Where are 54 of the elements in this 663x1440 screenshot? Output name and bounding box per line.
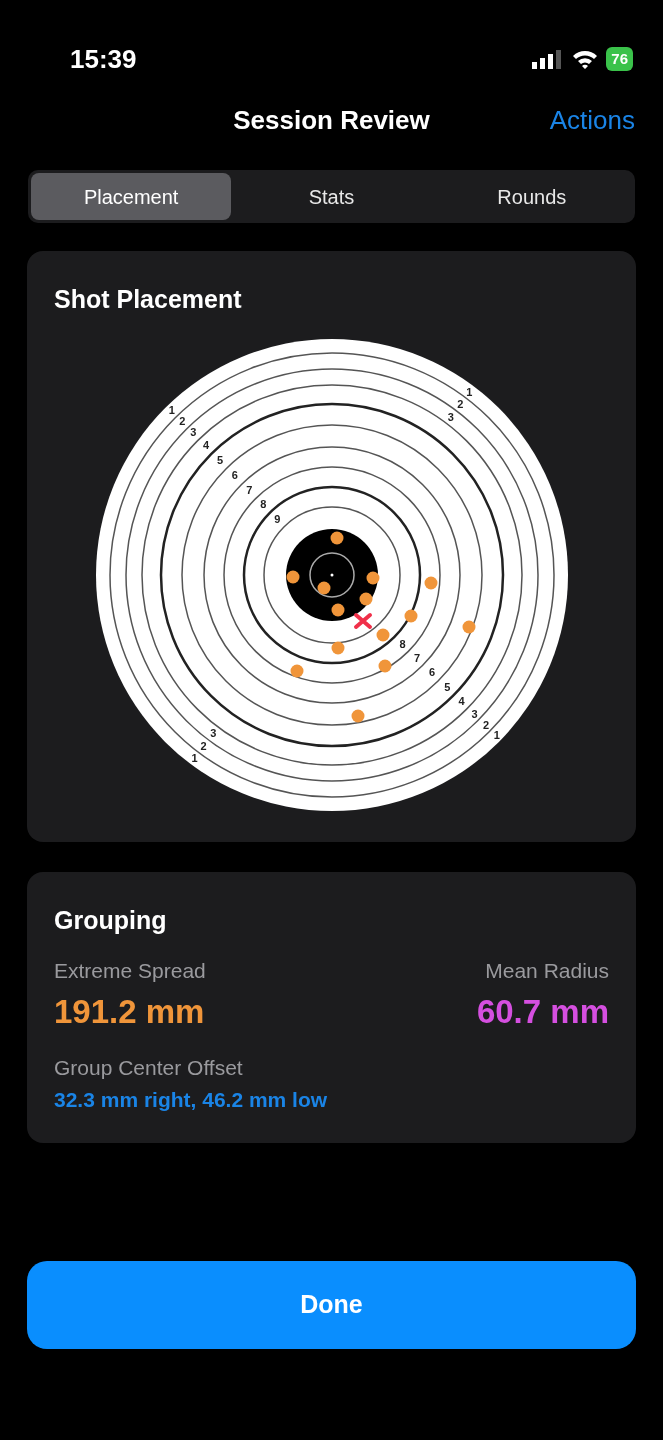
offset-value: 32.3 mm right, 46.2 mm low [54,1086,329,1113]
ring-number: 2 [178,414,185,427]
stat-label: Extreme Spread [54,958,206,984]
shot-marker [317,581,330,594]
ring-number: 1 [191,751,198,764]
shot-marker [286,570,299,583]
segment-tab[interactable]: Rounds [431,173,632,220]
shot-marker [331,641,344,654]
shot-marker [359,592,372,605]
stat-value: 60.7 mm [476,991,609,1032]
actions-link[interactable]: Actions [549,100,635,140]
ring-number: 9 [273,512,280,525]
ring-number: 7 [413,651,420,664]
ring-number: 6 [231,468,238,481]
ring-number: 4 [458,694,465,707]
ring-number: 7 [245,483,252,496]
ring-number: 1 [465,385,472,398]
ring-number: 3 [471,707,478,720]
ring-number: 1 [168,403,175,416]
ring-number: 3 [209,726,216,739]
ring-number: 3 [189,425,196,438]
shot-marker [366,571,379,584]
stat-label: Group Center Offset [54,1055,244,1081]
shot-marker [424,576,437,589]
shot-marker [290,664,303,677]
ring-number: 1 [493,728,500,741]
segment-tab[interactable]: Stats [231,173,432,220]
shot-marker [378,659,391,672]
ring-number: 2 [482,718,489,731]
ring-number: 6 [428,665,435,678]
segment-tab[interactable]: Placement [31,173,232,220]
shot-marker [376,628,389,641]
ring-number: 4 [202,438,209,451]
ring-number: 3 [447,410,454,423]
card-title: Shot Placement [54,284,243,315]
shot-marker [462,620,475,633]
stat-value: 191.2 mm [54,991,206,1032]
ring-number: 5 [443,680,450,693]
ring-number: 8 [259,497,266,510]
group-center-icon [353,612,372,629]
card-title: Grouping [54,904,168,936]
clock-time: 15:39 [70,42,137,76]
wifi-icon [572,49,599,69]
stat-label: Mean Radius [484,958,609,984]
screen-title: Session Review [233,103,430,137]
ring-number: 8 [399,637,406,650]
shot-marker [351,709,364,722]
ring-number: 2 [200,739,207,752]
ring-number: 2 [456,397,463,410]
ring-number: 5 [216,453,223,466]
shot-marker [331,603,344,616]
battery-level: 76 [606,46,633,72]
shot-marker [404,609,417,622]
shot-marker [330,531,343,544]
